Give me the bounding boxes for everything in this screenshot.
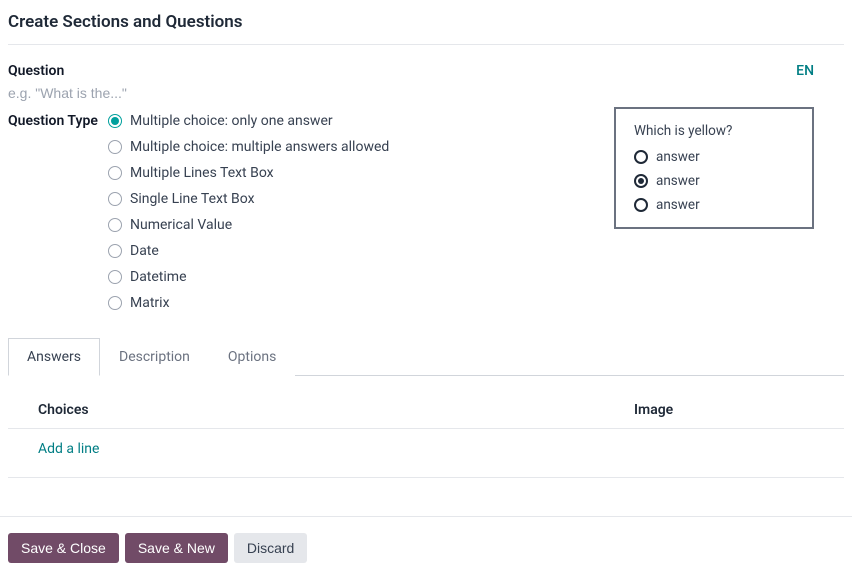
preview-option-label: answer — [656, 149, 700, 165]
radio-icon — [108, 218, 122, 232]
radio-icon — [634, 150, 648, 164]
save-close-button[interactable]: Save & Close — [8, 533, 119, 563]
radio-icon — [634, 174, 648, 188]
radio-icon — [108, 244, 122, 258]
qtype-option-multiple-choice-one[interactable]: Multiple choice: only one answer — [108, 113, 389, 129]
answers-table-header: Choices Image — [8, 394, 844, 429]
preview-option: answer — [634, 149, 794, 165]
th-image: Image — [634, 402, 814, 418]
qtype-option-label: Multiple choice: only one answer — [130, 113, 333, 129]
tab-description[interactable]: Description — [100, 338, 209, 376]
qtype-option-multiline-text[interactable]: Multiple Lines Text Box — [108, 165, 389, 181]
radio-icon — [108, 140, 122, 154]
qtype-option-date[interactable]: Date — [108, 243, 389, 259]
radio-icon — [108, 166, 122, 180]
qtype-option-label: Datetime — [130, 269, 187, 285]
answers-table-body: Add a line — [8, 429, 844, 478]
qtype-option-label: Multiple Lines Text Box — [130, 165, 274, 181]
question-input[interactable] — [8, 83, 408, 103]
qtype-option-label: Multiple choice: multiple answers allowe… — [130, 139, 389, 155]
language-toggle[interactable]: EN — [644, 63, 844, 79]
radio-icon — [108, 296, 122, 310]
preview-question-text: Which is yellow? — [634, 123, 794, 139]
question-preview: Which is yellow? answer answer answer — [614, 107, 814, 229]
footer-actions: Save & Close Save & New Discard — [0, 516, 852, 579]
tab-options[interactable]: Options — [209, 338, 295, 376]
question-type-label: Question Type — [8, 113, 108, 129]
tabs: Answers Description Options — [8, 337, 844, 376]
qtype-option-multiple-choice-many[interactable]: Multiple choice: multiple answers allowe… — [108, 139, 389, 155]
tab-content-answers: Choices Image Add a line — [8, 376, 844, 490]
question-type-options: Multiple choice: only one answer Multipl… — [108, 113, 389, 311]
save-new-button[interactable]: Save & New — [125, 533, 228, 563]
question-label: Question — [8, 63, 108, 79]
preview-option-label: answer — [656, 173, 700, 189]
qtype-option-numerical[interactable]: Numerical Value — [108, 217, 389, 233]
add-line-link[interactable]: Add a line — [38, 441, 99, 457]
tab-answers[interactable]: Answers — [8, 338, 100, 376]
radio-icon — [108, 270, 122, 284]
qtype-option-datetime[interactable]: Datetime — [108, 269, 389, 285]
qtype-option-label: Single Line Text Box — [130, 191, 255, 207]
radio-icon — [108, 192, 122, 206]
preview-option: answer — [634, 173, 794, 189]
preview-option: answer — [634, 197, 794, 213]
discard-button[interactable]: Discard — [234, 533, 307, 563]
qtype-option-single-line-text[interactable]: Single Line Text Box — [108, 191, 389, 207]
qtype-option-label: Numerical Value — [130, 217, 232, 233]
qtype-option-label: Date — [130, 243, 159, 259]
qtype-option-matrix[interactable]: Matrix — [108, 295, 389, 311]
th-choices: Choices — [38, 402, 634, 418]
qtype-option-label: Matrix — [130, 295, 170, 311]
preview-option-label: answer — [656, 197, 700, 213]
radio-icon — [108, 114, 122, 128]
radio-icon — [634, 198, 648, 212]
page-title: Create Sections and Questions — [8, 12, 844, 45]
